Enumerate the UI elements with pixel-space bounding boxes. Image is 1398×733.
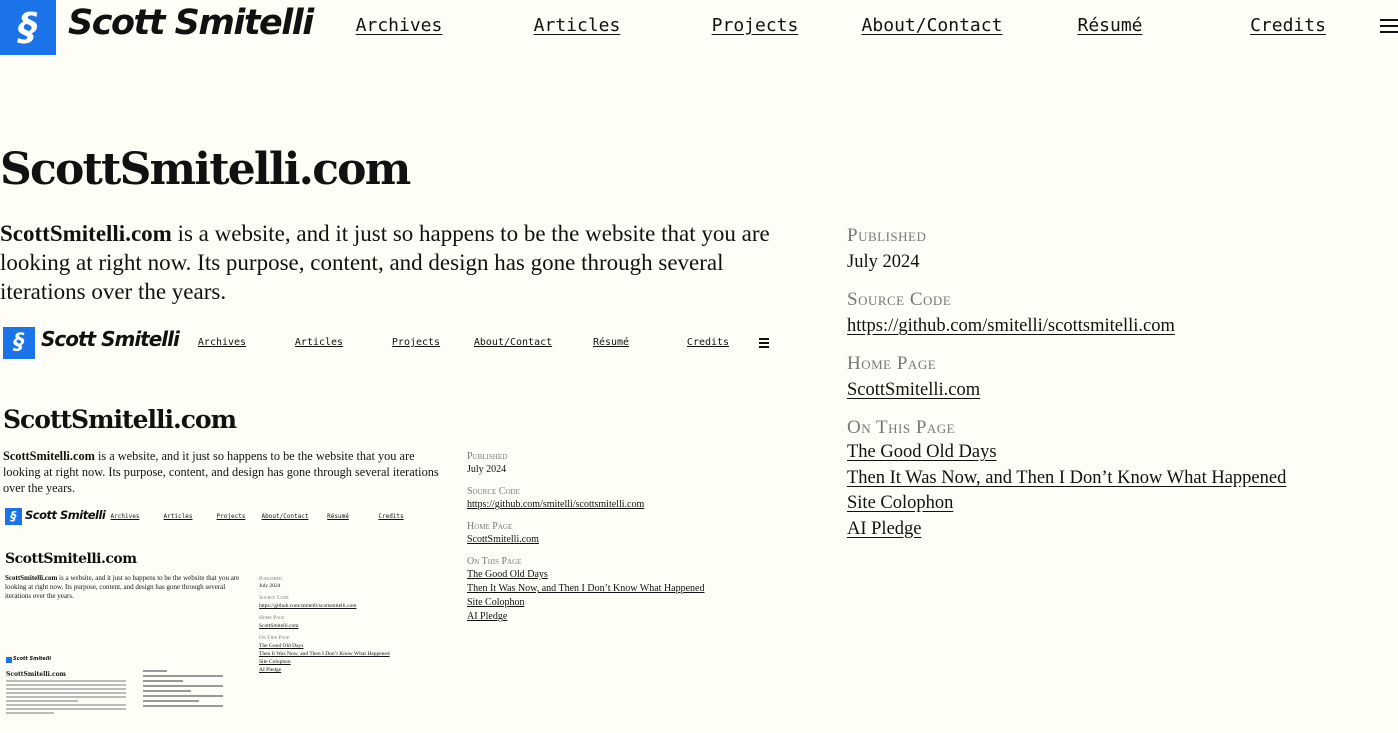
mini2-logo-icon: § [5,508,22,525]
toc-link[interactable]: AI Pledge [847,517,1367,543]
section-logo-icon[interactable]: § [0,0,56,55]
page-metadata-sidebar: Published July 2024 Source Code https://… [847,224,1367,542]
mini-nav-item: Articles [294,337,344,348]
mini-title: ScottSmitelli.com [3,405,237,434]
mini3-text-lines [6,680,126,716]
mini-site-name: Scott Smitelli [41,327,180,351]
nav-articles[interactable]: Articles [534,15,621,36]
published-value: July 2024 [847,252,920,272]
on-this-page-label: On This Page [847,417,956,438]
source-code-label: Source Code [847,289,952,310]
published-label: Published [847,225,927,246]
nav-archives[interactable]: Archives [356,15,443,36]
mini-sidebar: Published July 2024 Source Code https://… [467,451,705,622]
mini-menu-icon [759,338,769,350]
mini-logo-icon: § [3,327,35,359]
mini3-logo-icon [6,657,12,663]
hamburger-menu-icon[interactable] [1380,19,1398,33]
intro-paragraph: ScottSmitelli.com is a website, and it j… [0,219,790,306]
toc-link[interactable]: The Good Old Days [847,440,1367,466]
home-page-link[interactable]: ScottSmitelli.com [847,380,980,400]
nav-about-contact[interactable]: About/Contact [862,15,1003,36]
recursive-screenshot-image: § Scott Smitelli Archives Articles Proje… [3,325,778,733]
table-of-contents: The Good Old Days Then It Was Now, and T… [847,440,1367,542]
nav-credits[interactable]: Credits [1250,15,1326,36]
mini2-title: ScottSmitelli.com [5,551,137,567]
mini-nav-item: Projects [391,337,441,348]
home-page-label: Home Page [847,353,937,374]
mini2-site-name: Scott Smitelli [25,508,106,522]
mini2-sidebar: Published July 2024 Source Code https://… [259,576,390,673]
mini-nav-item: Credits [686,337,730,348]
nav-resume[interactable]: Résumé [1077,15,1142,36]
site-name-link[interactable]: Scott Smitelli [68,0,314,46]
source-code-link[interactable]: https://github.com/smitelli/scottsmitell… [847,316,1175,336]
nav-projects[interactable]: Projects [712,15,799,36]
intro-bold: ScottSmitelli.com [0,221,172,246]
mini-intro: ScottSmitelli.com is a website, and it j… [3,449,439,495]
mini-nav-item: Archives [197,337,247,348]
mini2-intro: ScottSmitelli.com is a website, and it j… [5,574,240,600]
site-header: § Scott Smitelli Archives Articles Proje… [0,0,1398,55]
mini3-site-name: Scott Smitelli [13,656,51,662]
mini-nav-item: Résumé [592,337,630,348]
mini3-title: ScottSmitelli.com [6,671,67,678]
page-title: ScottSmitelli.com [0,144,411,195]
toc-link[interactable]: Site Colophon [847,491,1367,517]
toc-link[interactable]: Then It Was Now, and Then I Don’t Know W… [847,466,1367,492]
mini3-sidebar-lines [143,670,223,710]
mini-nav-item: About/Contact [473,337,553,348]
